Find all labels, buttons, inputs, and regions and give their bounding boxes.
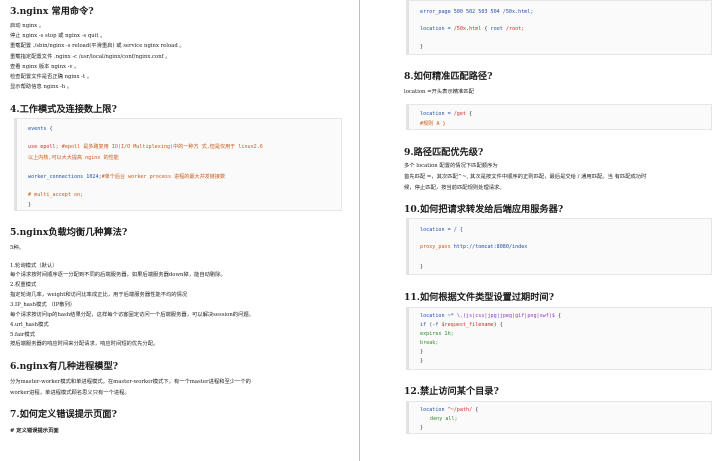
code-line: deny all; xyxy=(430,416,458,422)
code-block-error-page: error_page 500 502 503 504 /50x.html; lo… xyxy=(406,0,712,55)
code-token: $request_filename xyxy=(441,322,494,328)
code-line: proxy_pass http://tomcat:8080/index xyxy=(420,244,527,250)
code-token: { xyxy=(554,313,562,319)
s6-line-2: worker进程，单进程模式顾名思义只有一个进程。 xyxy=(10,390,130,396)
code-token: ) { xyxy=(493,322,503,328)
code-block-proxy-pass: location = / { proxy_pass http://tomcat:… xyxy=(406,218,712,275)
section-8-title: 8.如何精准匹配路径? xyxy=(404,71,493,82)
code-comment: #单个后台 worker process 进程的最大并发链接数 xyxy=(101,174,226,180)
code-block-events: events { use epoll; #epoll 是多路复用 IO(I/O … xyxy=(14,118,342,211)
s3-line-2: 停止 nginx -s stop 或 nginx -s quit 。 xyxy=(10,33,106,39)
code-line: } xyxy=(28,202,32,208)
code-block-deny: location ^~/path/ { deny all; } xyxy=(406,401,712,434)
code-token: { xyxy=(481,26,491,32)
s3-line-4: 重载指定配置文件 .nginx -c /usr/local/nginx/conf… xyxy=(10,54,171,60)
section-4-title: 4.工作模式及连接数上限? xyxy=(10,104,117,115)
s9-line-3: 候，停止匹配，按当前匹配规则处理请求。 xyxy=(404,185,505,191)
s3-line-3: 重载配置 ./sbin/nginx -s reload(平滑重启) 或 serv… xyxy=(10,43,185,49)
code-comment: #epoll 是多路复用 IO(I/O Multiplexing)中的一种方 式… xyxy=(61,144,263,150)
code-block-exact-match: location = /get { #规则 A } xyxy=(406,104,712,130)
code-token: use epoll; xyxy=(28,144,59,150)
s3-line-7: 显示帮助信息 nginx -h 。 xyxy=(10,84,73,90)
section-9-title: 9.路径匹配优先级? xyxy=(404,147,484,158)
section-3-title: 3.nginx 常用命令? xyxy=(10,6,94,17)
code-line: location = /get { xyxy=(420,111,472,117)
s5-line-4: 2.权重模式 xyxy=(10,282,37,288)
section-7-title: 7.如何定义错误提示页面? xyxy=(10,409,117,420)
s3-line-1: 启动 nginx 。 xyxy=(10,23,45,29)
code-line: } xyxy=(420,358,424,364)
code-line: } xyxy=(420,44,424,50)
code-line: location ^~/path/ { xyxy=(420,407,478,413)
s7-line-1: # 定义错误提示页面 xyxy=(10,428,59,434)
code-token: { xyxy=(472,407,479,413)
document-page: 3.nginx 常用命令? 启动 nginx 。 停止 nginx -s sto… xyxy=(0,0,720,461)
s9-line-2: 首先匹配 =，其次匹配^~, 其次是按文件中顺序的正则匹配，最后是交给 / 通用… xyxy=(404,174,647,180)
code-comment: 以上内核,可以大大提高 nginx 的性能 xyxy=(28,155,119,161)
code-token: { xyxy=(466,111,473,117)
code-line: events { xyxy=(28,126,53,132)
code-token: http://tomcat:8080/index xyxy=(450,244,528,250)
code-token: location xyxy=(420,407,448,413)
s9-line-1: 多个 location 配置的情况下匹配顺序为 xyxy=(404,163,498,169)
code-comment: # multi_accept on; xyxy=(28,192,84,198)
s5-line-3: 每个请求按时间顺序逐一分配到不同的后端服务器，如果后端服务器down掉，能自动剔… xyxy=(10,272,226,278)
s5-line-10: 按后端服务器的响应时间来分配请求，响应时间短的优先分配。 xyxy=(10,341,159,347)
code-token: root xyxy=(490,26,503,32)
code-token: /get xyxy=(453,111,467,117)
code-line: break; xyxy=(420,340,439,346)
code-token: location ~* xyxy=(420,313,457,319)
s5-line-2: 1.轮询模式（默认） xyxy=(10,263,58,269)
code-line: location = / { xyxy=(420,227,463,233)
section-6-title: 6.nginx有几种进程模型? xyxy=(10,361,119,372)
code-comment: #规则 A } xyxy=(420,121,446,127)
s5-line-1: 5种。 xyxy=(10,245,24,251)
column-divider xyxy=(359,0,360,461)
code-line: } xyxy=(420,349,424,355)
code-token: worker_connections 1024; xyxy=(28,174,102,180)
code-line: error_page 500 502 503 504 /50x.html; xyxy=(420,9,534,15)
s6-line-1: 分为master-worker模式和单进程模式。在master-worker模式… xyxy=(10,379,251,385)
s5-line-6: 3.IP_hash模式 （IP散列） xyxy=(10,302,76,308)
section-12-title: 12.禁止访问某个目录? xyxy=(404,386,499,397)
code-block-expires: location ~* \.(js|css|jpg|jpeg|gif|png|s… xyxy=(406,307,712,370)
code-line: location ~* \.(js|css|jpg|jpeg|gif|png|s… xyxy=(420,313,561,319)
code-token: location = xyxy=(420,111,454,117)
code-line: if (-f $request_filename) { xyxy=(420,322,503,328)
code-token: proxy_pass xyxy=(420,244,451,250)
code-line: expires 1h; xyxy=(420,331,454,337)
section-10-title: 10.如何把请求转发给后端应用服务器? xyxy=(404,204,564,215)
code-token: ^~/path/ xyxy=(447,407,473,413)
code-token: location = xyxy=(420,26,454,32)
s3-line-6: 检查配置文件是否正确 nginx -t 。 xyxy=(10,74,93,80)
s5-line-7: 每个请求按访问ip的hash结果分配，这样每个访客固定访问一个后端服务器，可以解… xyxy=(10,312,254,318)
code-line: } xyxy=(420,425,424,431)
s5-line-5: 指定轮询几率，weight和访问比率成正比，用于后端服务器性能不均的情况 xyxy=(10,292,188,298)
code-token: \.(js|css|jpg|jpeg|gif|png|swf)$ xyxy=(456,313,555,319)
s3-line-5: 查看 nginx 版本 nginx -v 。 xyxy=(10,64,80,70)
s5-line-8: 4.url_hash模式 xyxy=(10,322,49,328)
code-line: } xyxy=(420,264,424,270)
code-line: worker_connections 1024;#单个后台 worker pro… xyxy=(28,173,225,180)
code-token: if (-f xyxy=(420,322,442,328)
s5-line-9: 5.fair模式 xyxy=(10,332,35,338)
section-11-title: 11.如何根据文件类型设置过期时间? xyxy=(404,292,554,303)
code-line: location = /50x.html { root /root; xyxy=(420,26,524,32)
code-token: /root; xyxy=(502,26,525,32)
code-token: /50x.html xyxy=(453,26,482,32)
code-line: use epoll; #epoll 是多路复用 IO(I/O Multiplex… xyxy=(28,143,263,150)
section-5-title: 5.nginx负载均衡几种算法? xyxy=(10,227,128,238)
s8-line-1: location =开头表示精准匹配 xyxy=(404,89,474,95)
